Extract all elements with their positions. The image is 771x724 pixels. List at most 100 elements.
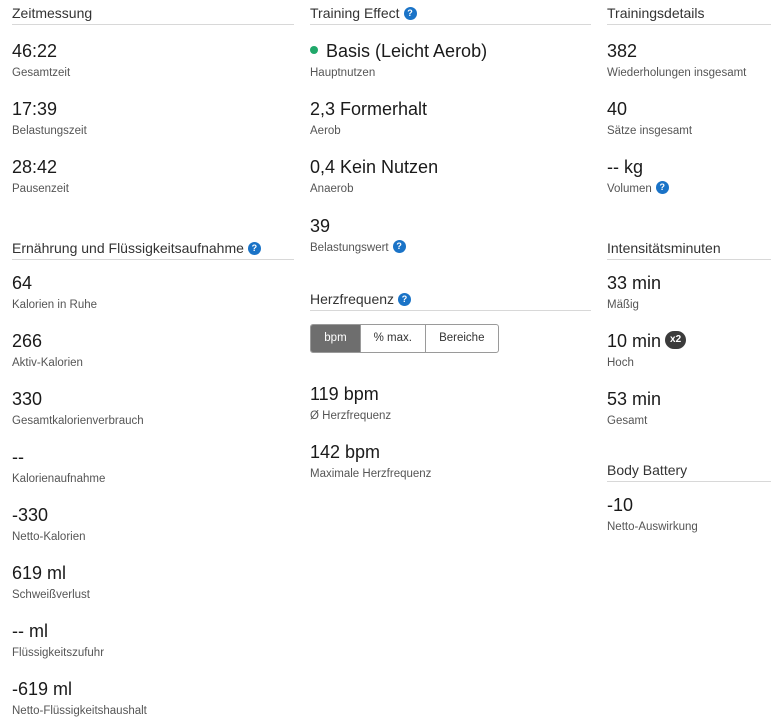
stat-value: 10 min — [607, 331, 662, 351]
stat-schweissverlust: 619 ml Schweißverlust — [12, 550, 294, 608]
section-title-herzfrequenz: Herzfrequenz? — [310, 286, 591, 311]
stat-value: 330 — [12, 389, 43, 409]
stat-label: Volumen — [607, 183, 652, 195]
stat-value: 619 ml — [12, 563, 67, 583]
tab-bpm[interactable]: bpm — [311, 325, 360, 352]
stat-value: 266 — [12, 331, 43, 351]
stat-label: Hauptnutzen — [310, 67, 376, 79]
stat-aerob: 2,3 Formerhalt Aerob — [310, 86, 591, 144]
help-icon[interactable]: ? — [403, 6, 417, 20]
stat-value: -10 — [607, 495, 634, 515]
status-dot-icon — [310, 46, 318, 55]
stat-anaerob: 0,4 Kein Nutzen Anaerob — [310, 144, 591, 202]
section-title-text: Training Effect — [310, 5, 400, 21]
stat-hauptnutzen: Basis (Leicht Aerob) Hauptnutzen — [310, 28, 591, 86]
stat-value: -330 — [12, 505, 49, 525]
stat-value: 0,4 Kein Nutzen — [310, 157, 439, 177]
help-icon[interactable]: ? — [398, 292, 412, 306]
stat-value: 53 min — [607, 389, 662, 409]
section-title-text: Herzfrequenz — [310, 291, 395, 307]
stat-value: 2,3 Formerhalt — [310, 99, 428, 119]
stat-aktiv-kalorien: 266 Aktiv-Kalorien — [12, 318, 294, 376]
stat-gesamtzeit: 46:22 Gesamtzeit — [12, 28, 294, 86]
help-icon[interactable]: ? — [247, 241, 261, 255]
stat-maessig: 33 min Mäßig — [607, 260, 771, 318]
section-title-ernaehrung: Ernährung und Flüssigkeitsaufnahme? — [12, 235, 294, 260]
stat-label: Netto-Kalorien — [12, 531, 86, 543]
stat-gesamtkalorienverbrauch: 330 Gesamtkalorienverbrauch — [12, 376, 294, 434]
heart-rate-unit-toggle: bpm % max. Bereiche — [310, 324, 499, 353]
stat-value: 142 bpm — [310, 442, 381, 462]
stat-value: 40 — [607, 99, 628, 119]
stat-label: Schweißverlust — [12, 589, 90, 601]
stat-value: 46:22 — [12, 41, 58, 61]
stat-value: 17:39 — [12, 99, 58, 119]
column-right: Trainingsdetails 382 Wiederholungen insg… — [607, 0, 771, 540]
stat-fluessigkeitszufuhr: -- ml Flüssigkeitszufuhr — [12, 608, 294, 666]
stat-label: Gesamt — [607, 415, 648, 427]
multiplier-badge: x2 — [665, 331, 687, 350]
stat-hoch: 10 min x2 Hoch — [607, 318, 771, 376]
stat-value: -- kg — [607, 157, 643, 177]
stat-label: Ø Herzfrequenz — [310, 410, 392, 422]
stat-label: Maximale Herzfrequenz — [310, 468, 432, 480]
stat-label: Gesamtzeit — [12, 67, 71, 79]
stat-label: Sätze insgesamt — [607, 125, 693, 137]
stat-label: Netto-Auswirkung — [607, 521, 698, 533]
section-title-training-effect: Training Effect? — [310, 0, 591, 25]
stat-volumen: -- kg Volumen? — [607, 144, 771, 202]
stat-value: 382 — [607, 41, 638, 61]
stat-value: -619 ml — [12, 679, 73, 699]
stat-label: Wiederholungen insgesamt — [607, 67, 747, 79]
stat-kalorien-in-ruhe: 64 Kalorien in Ruhe — [12, 260, 294, 318]
stat-value: 119 bpm — [310, 384, 379, 404]
stat-saetze: 40 Sätze insgesamt — [607, 86, 771, 144]
stat-value: 33 min — [607, 273, 662, 293]
stat-gesamt: 53 min Gesamt — [607, 376, 771, 434]
stat-label: Anaerob — [310, 183, 354, 195]
stat-value: 28:42 — [12, 157, 58, 177]
section-title-text: Ernährung und Flüssigkeitsaufnahme — [12, 240, 244, 256]
stat-label: Pausenzeit — [12, 183, 69, 195]
stat-label: Netto-Flüssigkeitshaushalt — [12, 705, 147, 717]
section-title-intensitaetsminuten: Intensitätsminuten — [607, 235, 771, 260]
column-left: Zeitmessung 46:22 Gesamtzeit 17:39 Belas… — [12, 0, 294, 724]
stat-label: Kalorien in Ruhe — [12, 299, 98, 311]
column-middle: Training Effect? Basis (Leicht Aerob) Ha… — [310, 0, 591, 487]
section-title-body-battery: Body Battery — [607, 457, 771, 482]
stat-label: Kalorienaufnahme — [12, 473, 106, 485]
stat-label: Mäßig — [607, 299, 639, 311]
tab-bereiche[interactable]: Bereiche — [424, 325, 498, 352]
stat-value: 64 — [12, 273, 33, 293]
stat-durchschnitt-herzfrequenz: 119 bpm Ø Herzfrequenz — [310, 371, 591, 429]
stat-label: Flüssigkeitszufuhr — [12, 647, 105, 659]
stat-value: 39 — [310, 216, 331, 236]
stat-belastungswert: 39 Belastungswert? — [310, 202, 591, 260]
section-title-trainingsdetails: Trainingsdetails — [607, 0, 771, 25]
tab-percent-max[interactable]: % max. — [359, 325, 425, 352]
stat-label-row: Volumen? — [607, 181, 771, 196]
stat-label: Belastungswert — [310, 242, 389, 254]
stat-label: Gesamtkalorienverbrauch — [12, 415, 144, 427]
stat-netto-auswirkung: -10 Netto-Auswirkung — [607, 482, 771, 540]
section-title-zeitmessung: Zeitmessung — [12, 0, 294, 25]
stat-value-row: 10 min x2 — [607, 318, 771, 352]
stat-value: -- — [12, 447, 24, 467]
stat-label: Aerob — [310, 125, 341, 137]
stat-wiederholungen: 382 Wiederholungen insgesamt — [607, 28, 771, 86]
stat-kalorienaufnahme: -- Kalorienaufnahme — [12, 434, 294, 492]
help-icon[interactable]: ? — [392, 240, 406, 254]
stat-belastungszeit: 17:39 Belastungszeit — [12, 86, 294, 144]
help-icon[interactable]: ? — [655, 181, 669, 195]
stat-netto-kalorien: -330 Netto-Kalorien — [12, 492, 294, 550]
stat-pausenzeit: 28:42 Pausenzeit — [12, 144, 294, 202]
stat-value: -- ml — [12, 621, 48, 641]
stat-value: Basis (Leicht Aerob) — [326, 41, 488, 61]
stat-label-row: Belastungswert? — [310, 240, 591, 255]
stat-label: Belastungszeit — [12, 125, 87, 137]
stat-maximale-herzfrequenz: 142 bpm Maximale Herzfrequenz — [310, 429, 591, 487]
stat-netto-fluessigkeitshaushalt: -619 ml Netto-Flüssigkeitshaushalt — [12, 666, 294, 724]
stat-label: Hoch — [607, 357, 634, 369]
stat-value-row: Basis (Leicht Aerob) — [310, 28, 591, 62]
stat-label: Aktiv-Kalorien — [12, 357, 83, 369]
